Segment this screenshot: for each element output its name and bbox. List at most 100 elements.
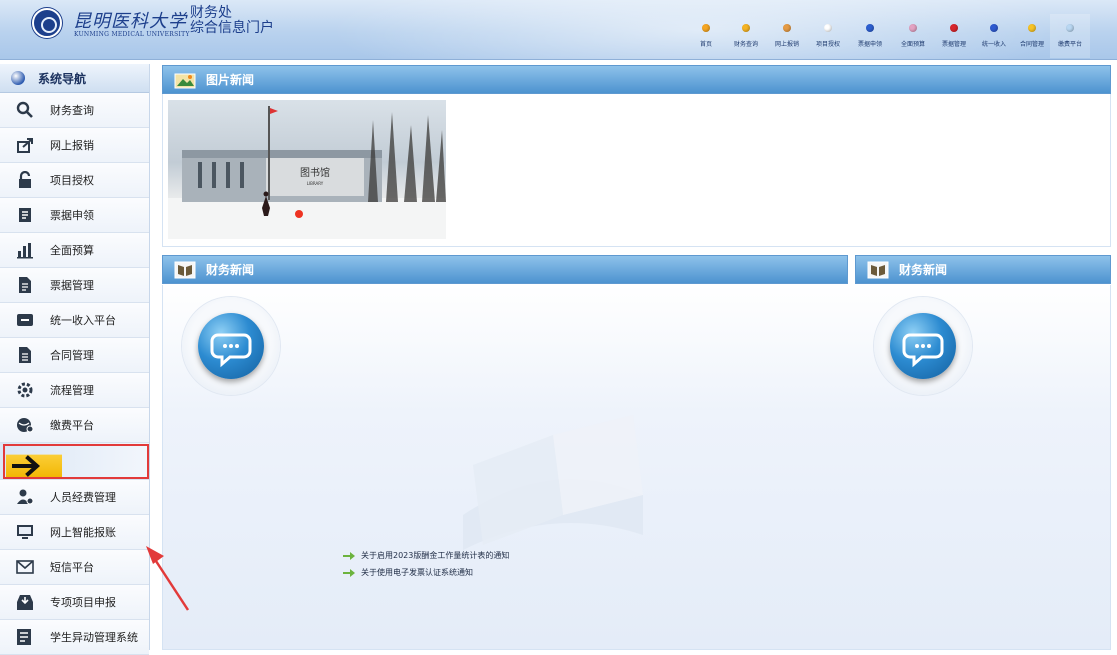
university-emblem-icon xyxy=(32,8,62,38)
university-name: 昆明医科大学 xyxy=(73,11,187,32)
arrow-right-icon xyxy=(6,454,62,477)
finance-news-header-left: 财务新闻 xyxy=(162,255,848,284)
nav-dot-icon xyxy=(950,24,958,32)
sidebar-item-label: 网上报销 xyxy=(50,139,94,152)
top-nav-label: 全面预算 xyxy=(900,41,925,48)
inbox-icon xyxy=(15,592,35,612)
top-nav-item[interactable]: 统一收入 xyxy=(974,14,1014,58)
finance-news-panel: 关于启用2023版酬金工作量统计表的通知 关于使用电子发票认证系统通知 xyxy=(162,285,1111,650)
sidebar-item[interactable]: 票据管理 xyxy=(0,268,149,303)
university-name-en: KUNMING MEDICAL UNIVERSITY xyxy=(74,31,190,38)
top-nav-item[interactable]: 票据管理 xyxy=(934,14,974,58)
nav-dot-icon xyxy=(1028,24,1036,32)
sidebar-item-label: 短信平台 xyxy=(50,561,94,574)
open-book-watermark xyxy=(463,415,643,550)
sidebar-item-label: 合同管理 xyxy=(50,349,94,362)
top-nav-label: 首页 xyxy=(699,41,712,48)
mail-icon xyxy=(15,557,35,577)
finance-news-title-right: 财务新闻 xyxy=(899,263,948,277)
bar-chart-icon xyxy=(15,240,35,260)
top-nav-label: 缴费平台 xyxy=(1057,41,1082,48)
sidebar-item[interactable]: 网上智能报账 xyxy=(0,515,149,550)
picture-news-panel: 图书馆 LIBRARY xyxy=(162,94,1111,247)
monitor-icon xyxy=(15,522,35,542)
sidebar-header: 系统导航 xyxy=(0,64,149,93)
sidebar-item[interactable]: 统一收入平台 xyxy=(0,303,149,338)
sidebar-item[interactable]: 财务查询 xyxy=(0,93,149,128)
arrow-right-icon xyxy=(343,551,355,560)
finance-news-header-right: 财务新闻 xyxy=(855,255,1111,284)
nav-dot-icon xyxy=(866,24,874,32)
sidebar-item-label: 票据申领 xyxy=(50,209,94,222)
sidebar-item-label: 流程管理 xyxy=(50,384,94,397)
sidebar-item-label: 人员经费管理 xyxy=(50,491,116,504)
sidebar-item-label: 项目授权 xyxy=(50,174,94,187)
picture-news-header: 图片新闻 xyxy=(162,65,1111,94)
book-icon xyxy=(867,261,889,278)
sidebar-item[interactable]: 人员经费管理 xyxy=(0,480,149,515)
nav-dot-icon xyxy=(702,24,710,32)
sidebar-item[interactable]: 合同管理 xyxy=(0,338,149,373)
sidebar-item[interactable]: 专项项目申报 xyxy=(0,585,149,620)
sidebar-item[interactable]: 票据申领 xyxy=(0,198,149,233)
nav-dot-icon xyxy=(783,24,791,32)
sidebar-item-label: 学生异动管理系统 xyxy=(50,631,138,644)
top-nav-item[interactable]: 首页 xyxy=(686,14,726,58)
chat-bubble-icon xyxy=(182,297,280,395)
sidebar-divider xyxy=(0,443,149,480)
sidebar-item[interactable]: 网上报销 xyxy=(0,128,149,163)
top-nav-item[interactable]: 合同管理 xyxy=(1014,14,1050,58)
sidebar-item-label: 财务查询 xyxy=(50,104,94,117)
top-nav-label: 统一收入 xyxy=(981,41,1006,48)
nav-dot-icon xyxy=(909,24,917,32)
top-nav-label: 网上报销 xyxy=(774,41,799,48)
top-nav-label: 合同管理 xyxy=(1019,41,1044,48)
news-link-text: 关于使用电子发票认证系统通知 xyxy=(361,568,473,577)
contract-icon xyxy=(15,345,35,365)
top-nav-item[interactable]: 网上报销 xyxy=(766,14,808,58)
gear-icon xyxy=(15,380,35,400)
sidebar-item-label: 缴费平台 xyxy=(50,419,94,432)
portal-title-line1: 财务处 xyxy=(190,5,232,21)
picture-news-title: 图片新闻 xyxy=(206,73,255,87)
sidebar-item[interactable]: 短信平台 xyxy=(0,550,149,585)
top-nav-label: 项目授权 xyxy=(815,41,840,48)
share-icon xyxy=(15,135,35,155)
nav-dot-icon xyxy=(990,24,998,32)
nav-dot-icon xyxy=(1066,24,1074,32)
top-nav-item[interactable]: 缴费平台 xyxy=(1050,14,1090,58)
sidebar-item[interactable]: 缴费平台 xyxy=(0,408,149,443)
news-list: 关于启用2023版酬金工作量统计表的通知 关于使用电子发票认证系统通知 xyxy=(343,547,509,581)
sidebar-item[interactable]: 全面预算 xyxy=(0,233,149,268)
top-nav-item[interactable]: 财务查询 xyxy=(726,14,766,58)
book-icon xyxy=(174,261,196,278)
invoice-icon xyxy=(15,205,35,225)
top-nav-item[interactable]: 票据申领 xyxy=(848,14,892,58)
user-gear-icon xyxy=(15,487,35,507)
photo-sign-text: 图书馆 xyxy=(300,166,330,179)
card-icon xyxy=(15,310,35,330)
top-nav-item[interactable]: 项目授权 xyxy=(808,14,848,58)
top-nav-label: 票据申领 xyxy=(857,41,882,48)
slide-dot-active[interactable] xyxy=(295,210,303,218)
sidebar-item[interactable]: 项目授权 xyxy=(0,163,149,198)
finance-news-title-left: 财务新闻 xyxy=(206,263,255,277)
photo-sign-en-text: LIBRARY xyxy=(307,181,324,186)
news-list-item[interactable]: 关于启用2023版酬金工作量统计表的通知 xyxy=(343,547,509,564)
document-icon xyxy=(15,275,35,295)
navigation-globe-icon xyxy=(11,71,25,85)
top-nav-label: 票据管理 xyxy=(941,41,966,48)
lock-icon xyxy=(15,170,35,190)
top-nav-item[interactable]: 全面预算 xyxy=(892,14,934,58)
news-photo[interactable]: 图书馆 LIBRARY xyxy=(168,100,446,239)
news-list-item[interactable]: 关于使用电子发票认证系统通知 xyxy=(343,564,509,581)
chat-bubble-icon xyxy=(874,297,972,395)
sidebar-item-label: 票据管理 xyxy=(50,279,94,292)
sidebar-item[interactable]: 流程管理 xyxy=(0,373,149,408)
nav-dot-icon xyxy=(824,24,832,32)
main-content: 图片新闻 图书馆 LIBRARY 财务新闻 财务新闻 关于启用2023版酬金工作… xyxy=(157,64,1117,650)
sidebar: 系统导航 财务查询网上报销项目授权票据申领全面预算票据管理统一收入平台合同管理流… xyxy=(0,64,150,655)
globe-icon xyxy=(15,415,35,435)
search-icon xyxy=(15,100,35,120)
news-link-text: 关于启用2023版酬金工作量统计表的通知 xyxy=(361,551,510,560)
